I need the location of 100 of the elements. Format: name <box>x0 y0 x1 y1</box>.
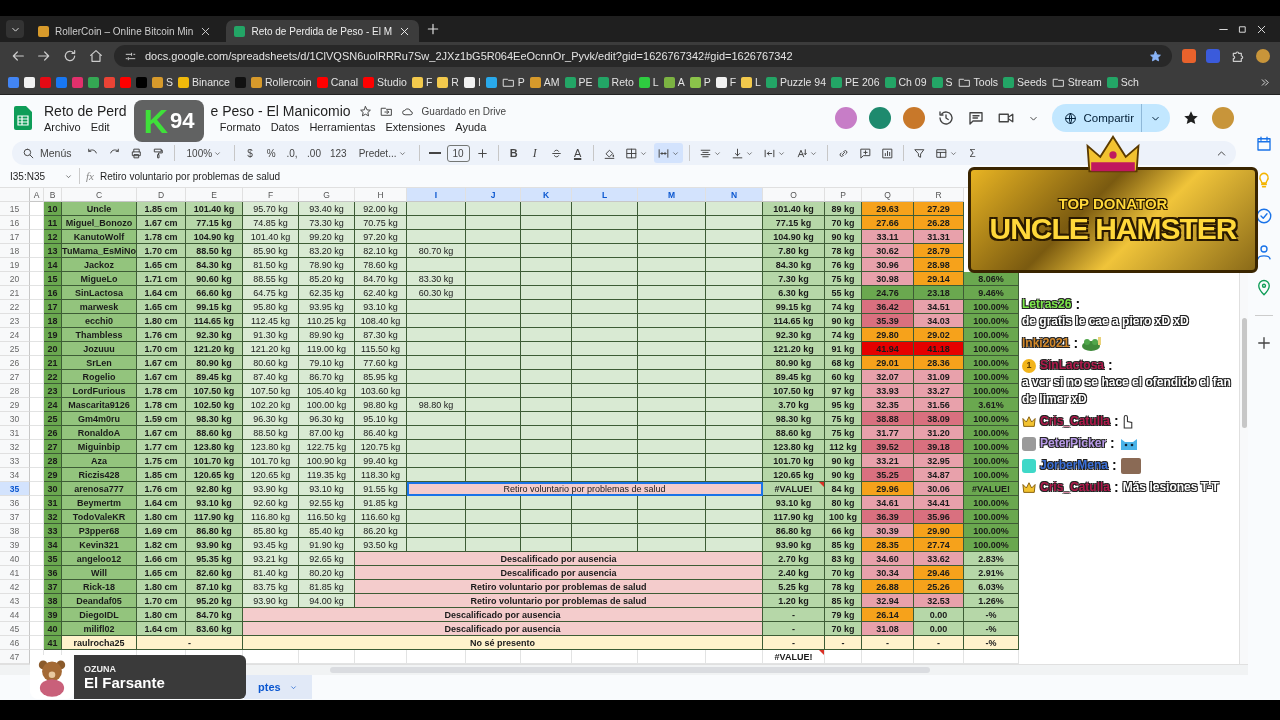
extensions-icon[interactable] <box>1230 48 1246 64</box>
bookmark[interactable]: Ch 09 <box>884 73 927 91</box>
column-header[interactable]: F <box>243 188 299 202</box>
bookmark[interactable]: Reto <box>597 73 634 91</box>
bookmark[interactable]: L <box>741 73 761 91</box>
row-number[interactable]: 39 <box>0 538 30 552</box>
reload-icon[interactable] <box>62 48 78 64</box>
column-header[interactable]: H <box>355 188 407 202</box>
bookmark[interactable]: Binance <box>178 73 230 91</box>
address-bar[interactable]: docs.google.com/spreadsheets/d/1ClVQSN6uolRRRu7Sw_2JXz1bG5R064EeOcnnOr_Pyvk/edit?gid=1626767342#gid=1626767342 <box>114 45 1172 67</box>
row-number[interactable]: 37 <box>0 510 30 524</box>
menu-item[interactable]: Edit <box>90 121 110 133</box>
bookmark[interactable]: Puzzle 94 <box>765 73 827 91</box>
format-button[interactable]: 123 <box>327 143 350 163</box>
bookmark[interactable]: P <box>689 73 711 91</box>
row-number[interactable]: 31 <box>0 426 30 440</box>
bookmark[interactable]: F <box>411 73 433 91</box>
sparkle-icon[interactable] <box>1182 109 1200 127</box>
menu-item[interactable]: Formato <box>219 121 261 133</box>
bookmark[interactable]: S <box>931 73 953 91</box>
row-number[interactable]: 44 <box>0 608 30 622</box>
scrollbar-thumb[interactable] <box>1242 318 1247 428</box>
row-number[interactable]: 34 <box>0 468 30 482</box>
menu-item[interactable]: Archivo <box>44 121 81 133</box>
bookmark[interactable]: L <box>638 73 659 91</box>
bookmark[interactable]: P <box>501 73 525 91</box>
bookmark[interactable]: AM <box>529 73 560 91</box>
row-number[interactable]: 43 <box>0 594 30 608</box>
row-number[interactable]: 24 <box>0 328 30 342</box>
row-number[interactable]: 38 <box>0 524 30 538</box>
format-button[interactable]: % <box>262 143 281 163</box>
bookmark[interactable]: Canal <box>316 73 359 91</box>
column-header[interactable]: G <box>299 188 355 202</box>
bookmark[interactable]: PE 206 <box>831 73 880 91</box>
italic-button[interactable]: I <box>525 143 544 163</box>
browser-tab[interactable]: Reto de Perdida de Peso - El M <box>226 20 420 42</box>
bookmark[interactable]: F <box>715 73 737 91</box>
extension-avatar-icon[interactable] <box>834 107 857 129</box>
forward-icon[interactable] <box>36 48 52 64</box>
bookmark-star-icon[interactable] <box>1149 49 1162 63</box>
bookmark[interactable]: Rollercoin <box>250 73 312 91</box>
row-number[interactable]: 36 <box>0 496 30 510</box>
row-number[interactable]: 18 <box>0 244 30 258</box>
row-number[interactable]: 29 <box>0 398 30 412</box>
history-icon[interactable] <box>936 109 955 127</box>
calendar-icon[interactable] <box>1255 135 1273 153</box>
back-icon[interactable] <box>10 48 26 64</box>
menu-item[interactable]: Herramientas <box>309 121 376 133</box>
bookmark[interactable]: R <box>437 73 459 91</box>
row-number[interactable]: 40 <box>0 552 30 566</box>
bookmark[interactable]: Seeds <box>1003 73 1047 91</box>
column-header[interactable]: R <box>914 188 964 202</box>
column-header[interactable]: P <box>825 188 862 202</box>
add-icon[interactable] <box>1255 334 1273 352</box>
column-header[interactable]: A <box>30 188 44 202</box>
column-header[interactable]: N <box>706 188 763 202</box>
home-icon[interactable] <box>88 48 104 64</box>
font-size-field[interactable]: 10 <box>446 144 470 162</box>
sheet-tab[interactable]: ptes <box>244 675 312 699</box>
bookmark[interactable]: PE <box>564 73 593 91</box>
name-box[interactable]: I35:N35 <box>10 170 58 182</box>
column-header[interactable]: D <box>137 188 186 202</box>
row-number[interactable]: 46 <box>0 636 30 650</box>
extension-avatar-icon[interactable] <box>902 107 925 129</box>
font-select[interactable]: Predet... <box>352 143 413 163</box>
column-header[interactable]: O <box>763 188 825 202</box>
sheets-logo-icon[interactable] <box>14 106 32 130</box>
comments-icon[interactable] <box>966 109 985 127</box>
formula-input[interactable]: Retiro voluntario por problemas de salud <box>99 170 281 182</box>
row-number[interactable]: 42 <box>0 580 30 594</box>
column-header[interactable]: B <box>44 188 62 202</box>
profile-avatar-icon[interactable] <box>1256 49 1270 63</box>
format-button[interactable]: Σ <box>963 143 982 163</box>
contacts-icon[interactable] <box>1255 243 1273 261</box>
menu-item[interactable]: Extensiones <box>385 121 446 133</box>
row-number[interactable]: 27 <box>0 370 30 384</box>
map-pin-icon[interactable] <box>1255 279 1273 297</box>
row-number[interactable]: 32 <box>0 440 30 454</box>
row-number[interactable]: 16 <box>0 216 30 230</box>
format-button[interactable]: .00 <box>304 143 324 163</box>
format-button[interactable]: .0, <box>283 143 302 163</box>
column-header[interactable]: M <box>638 188 706 202</box>
bookmark[interactable]: Stream <box>1051 73 1102 91</box>
tasks-icon[interactable] <box>1255 207 1273 225</box>
user-avatar-icon[interactable] <box>1212 107 1234 129</box>
column-header[interactable]: Q <box>862 188 914 202</box>
row-number[interactable]: 30 <box>0 412 30 426</box>
row-number[interactable]: 21 <box>0 286 30 300</box>
bookmark[interactable]: Studio <box>363 73 407 91</box>
row-number[interactable]: 45 <box>0 622 30 636</box>
share-button[interactable]: Compartir <box>1051 104 1170 132</box>
row-number[interactable]: 47 <box>0 650 30 664</box>
format-button[interactable]: $ <box>241 143 260 163</box>
extension-avatar-icon[interactable] <box>868 107 891 129</box>
column-header[interactable]: E <box>186 188 243 202</box>
row-number[interactable]: 25 <box>0 342 30 356</box>
menu-item[interactable]: Datos <box>270 121 300 133</box>
bookmark[interactable]: S <box>152 73 173 91</box>
row-number[interactable]: 28 <box>0 384 30 398</box>
row-number[interactable]: 20 <box>0 272 30 286</box>
